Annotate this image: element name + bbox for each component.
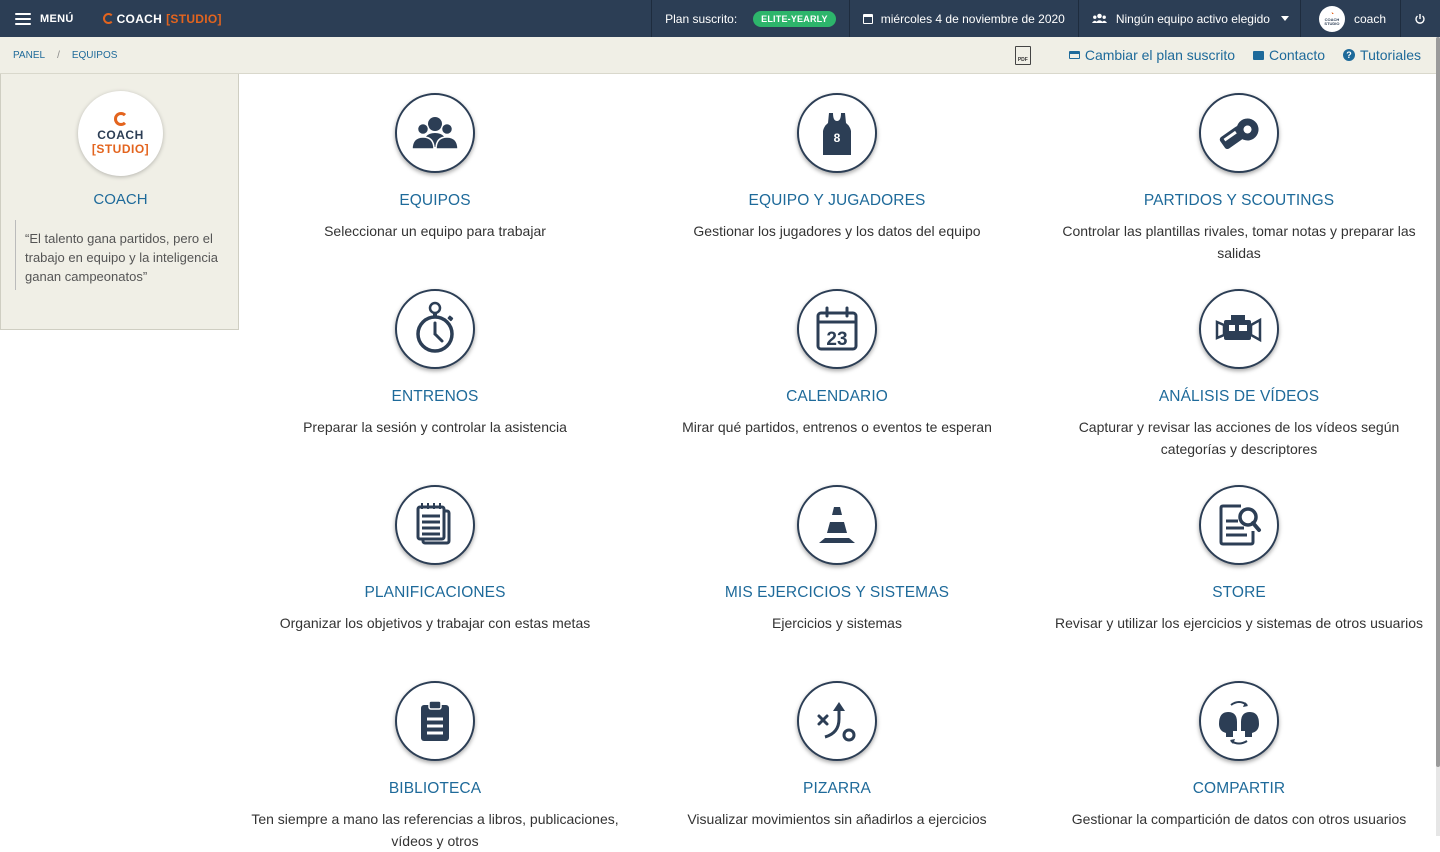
clipboard-icon	[395, 681, 475, 761]
tile-description: Capturar y revisar las acciones de los v…	[1078, 419, 1400, 457]
username: coach	[1353, 11, 1386, 26]
breadcrumb-separator: /	[57, 49, 60, 61]
video-camera-icon	[1199, 289, 1279, 369]
tutorials-link[interactable]: ? Tutoriales	[1343, 47, 1421, 63]
pdf-label: PDF	[1017, 56, 1028, 63]
whistle-icon	[1199, 93, 1279, 173]
date-text: miércoles 4 de noviembre de 2020	[880, 11, 1065, 26]
jersey-icon: 8	[797, 93, 877, 173]
tile-title: MIS EJERCICIOS Y SISTEMAS	[724, 584, 950, 601]
team-small-icon	[1091, 13, 1107, 23]
tile-title: PARTIDOS Y SCOUTINGS	[1143, 192, 1335, 209]
tile-description: Organizar los objetivos y trabajar con e…	[279, 615, 591, 631]
tile-title: EQUIPO Y JUGADORES	[748, 192, 926, 209]
play-diagram-icon	[797, 681, 877, 761]
subscription-plan: Plan suscrito: ELITE-YEARLY	[651, 0, 849, 37]
tile-title: STORE	[1212, 584, 1266, 601]
hamburger-icon	[15, 12, 31, 25]
plan-badge[interactable]: ELITE-YEARLY	[753, 10, 836, 27]
brand-logo[interactable]: COACH [STUDIO]	[102, 11, 222, 26]
team-selector-text: Ningún equipo activo elegido	[1115, 11, 1270, 26]
contact-link[interactable]: Contacto	[1253, 47, 1325, 63]
tile-title: PLANIFICACIONES	[364, 584, 506, 601]
logout-button[interactable]	[1400, 0, 1440, 37]
tile-title: ENTRENOS	[391, 388, 479, 405]
calendar-small-icon	[862, 13, 873, 24]
tile-description: Revisar y utilizar los ejercicios y sist…	[1054, 615, 1423, 631]
cone-icon	[797, 485, 877, 565]
share-heads-icon	[1199, 681, 1279, 761]
calendar-icon: 23	[797, 289, 877, 369]
tile-description: Mirar qué partidos, entrenos o eventos t…	[682, 419, 992, 435]
team-selector-dropdown[interactable]: Ningún equipo activo elegido	[1077, 0, 1300, 37]
brand-suffix: [STUDIO]	[166, 11, 222, 26]
scrollbar-thumb[interactable]	[1436, 37, 1440, 767]
coach-studio-logo-icon	[102, 13, 114, 24]
tile-title: EQUIPOS	[399, 192, 471, 209]
tile-title: PIZARRA	[803, 780, 871, 797]
scrollbar[interactable]	[1436, 37, 1440, 836]
plan-label: Plan suscrito:	[665, 11, 738, 26]
logo-line-2: [STUDIO]	[92, 142, 149, 156]
power-icon	[1415, 13, 1425, 24]
tile-description: Gestionar los jugadores y los datos del …	[693, 223, 981, 239]
pdf-icon[interactable]: PDF	[1014, 45, 1031, 65]
notepad-icon	[395, 485, 475, 565]
team-icon	[395, 93, 475, 173]
breadcrumb: PANEL / EQUIPOS PDF Cambiar el plan susc…	[0, 37, 1436, 74]
profile-avatar: COACH [STUDIO]	[78, 91, 163, 176]
top-navigation-bar: MENÚ COACH [STUDIO] Plan suscrito: ELITE…	[0, 0, 1440, 37]
tile-title: COMPARTIR	[1192, 780, 1286, 797]
profile-sidebar: COACH [STUDIO] COACH “El talento gana pa…	[0, 74, 239, 330]
help-icon: ?	[1343, 49, 1356, 61]
contact-label: Contacto	[1269, 47, 1326, 63]
profile-name: COACH	[93, 191, 148, 208]
breadcrumb-panel[interactable]: PANEL	[13, 50, 45, 61]
tile-title: ANÁLISIS DE VÍDEOS	[1158, 388, 1320, 405]
avatar: ◔ COACH STUDIO	[1318, 5, 1345, 32]
tile-description: Gestionar la compartición de datos con o…	[1071, 811, 1407, 827]
breadcrumb-equipos[interactable]: EQUIPOS	[72, 50, 118, 61]
coach-studio-logo-icon	[113, 111, 128, 126]
tile-title: BIBLIOTECA	[388, 780, 482, 797]
motivational-quote: “El talento gana partidos, pero el traba…	[15, 220, 220, 290]
tile-description: Seleccionar un equipo para trabajar	[324, 223, 546, 239]
tutorials-label: Tutoriales	[1360, 47, 1421, 63]
logo-line-1: COACH	[97, 127, 144, 142]
chevron-down-icon	[1280, 16, 1289, 21]
menu-button[interactable]: MENÚ	[0, 0, 74, 37]
document-search-icon	[1199, 485, 1279, 565]
chat-icon	[1253, 50, 1264, 60]
jersey-number: 8	[834, 131, 841, 145]
user-menu[interactable]: ◔ COACH STUDIO coach	[1299, 0, 1400, 37]
current-date: miércoles 4 de noviembre de 2020	[848, 0, 1078, 37]
change-plan-link[interactable]: Cambiar el plan suscrito	[1068, 47, 1235, 63]
credit-card-icon	[1068, 51, 1080, 59]
tile-description: Controlar las plantillas rivales, tomar …	[1062, 223, 1416, 261]
brand-name: COACH	[116, 11, 163, 26]
calendar-day: 23	[826, 329, 847, 350]
logo-line-2-text: [STUDIO]	[91, 141, 150, 156]
tile-description: Visualizar movimientos sin añadirlos a e…	[687, 811, 987, 827]
tile-description: Preparar la sesión y controlar la asiste…	[303, 419, 567, 435]
tile-title: CALENDARIO	[786, 388, 888, 405]
tile-description: Ejercicios y sistemas	[772, 615, 902, 631]
stopwatch-icon	[395, 289, 475, 369]
menu-label: MENÚ	[40, 12, 74, 25]
change-plan-label: Cambiar el plan suscrito	[1084, 47, 1235, 63]
tile-description: Ten siempre a mano las referencias a lib…	[251, 811, 619, 849]
